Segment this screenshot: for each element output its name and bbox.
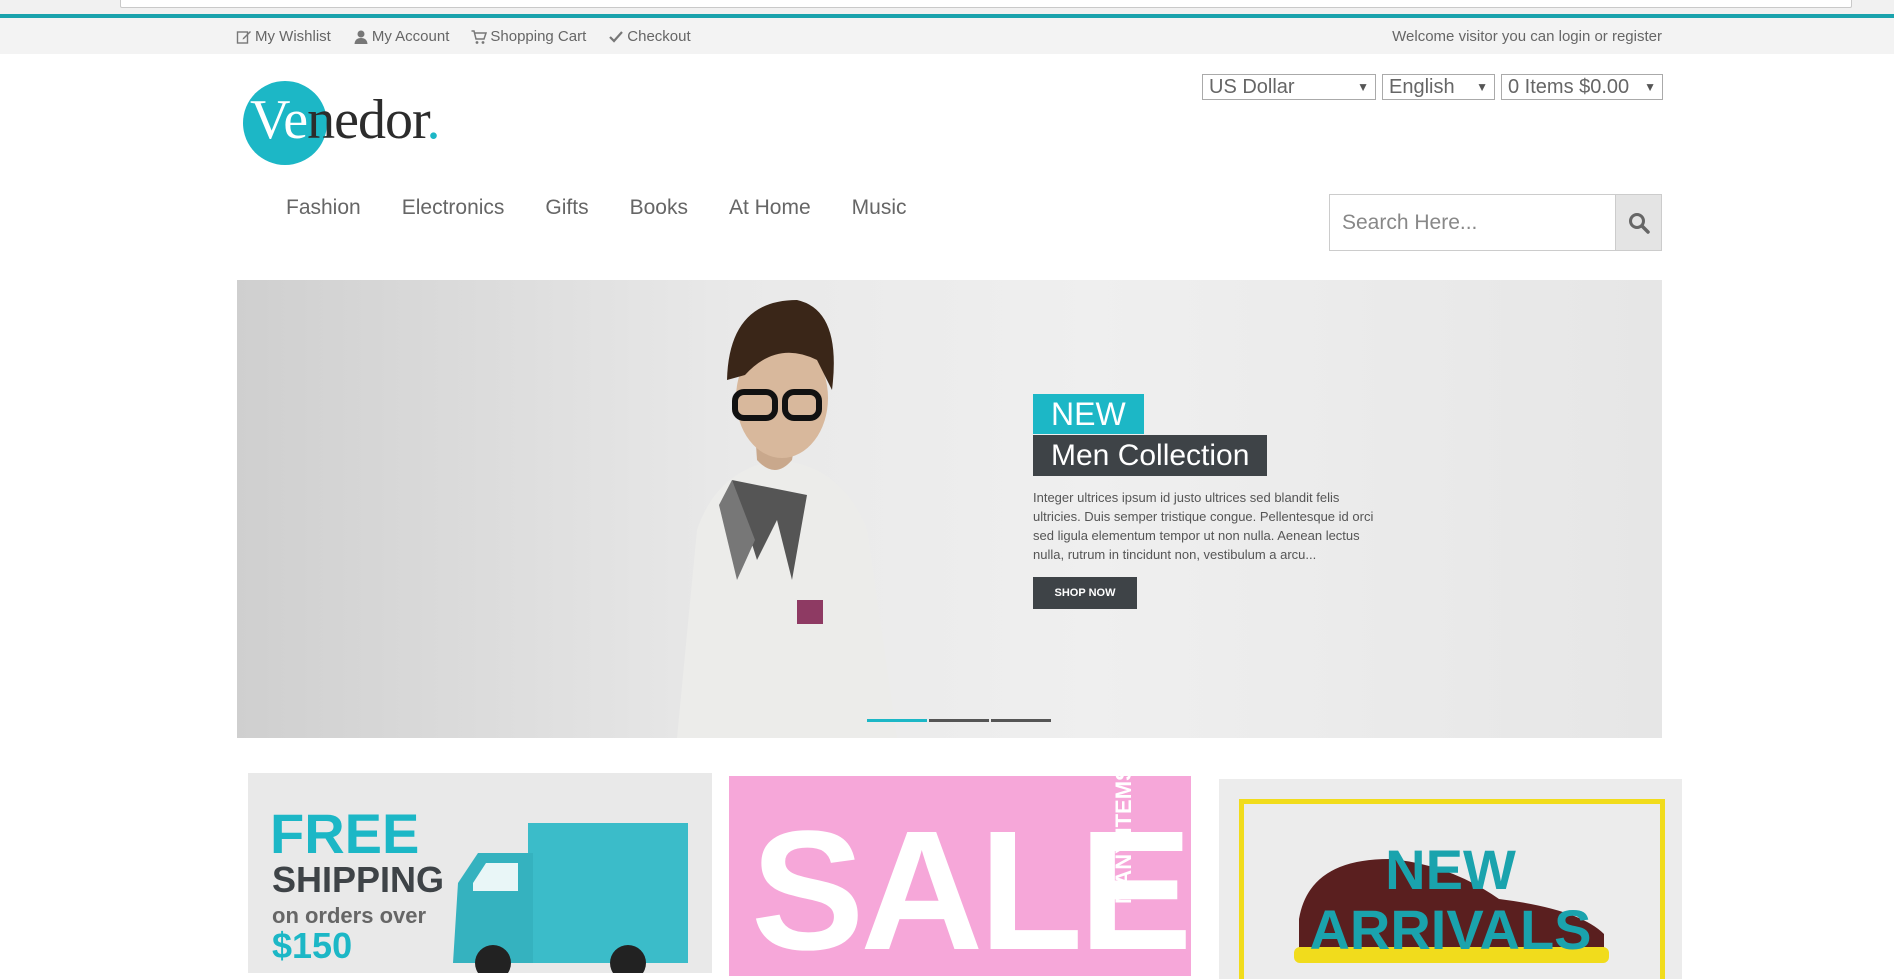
- cart-select[interactable]: 0 Items $0.00 ▼: [1501, 74, 1663, 100]
- search-button[interactable]: [1615, 195, 1661, 250]
- truck-icon: [453, 823, 688, 973]
- shop-now-button[interactable]: SHOP NOW: [1033, 577, 1137, 609]
- welcome-text: Welcome visitor you can login or registe…: [1392, 28, 1662, 45]
- logo-text: Venedor.: [250, 89, 441, 151]
- banner-shipping: SHIPPING: [272, 859, 445, 900]
- site-logo[interactable]: Venedor.: [242, 80, 482, 170]
- chevron-down-icon: ▼: [1357, 80, 1369, 94]
- model-image: [677, 300, 897, 738]
- chevron-down-icon: ▼: [1644, 80, 1656, 94]
- account-link[interactable]: My Account: [353, 28, 450, 45]
- hero-title: Men Collection: [1033, 435, 1268, 476]
- main-nav: Fashion Electronics Gifts Books At Home …: [286, 196, 907, 220]
- edit-icon: [236, 30, 251, 44]
- currency-select[interactable]: US Dollar ▼: [1202, 74, 1376, 100]
- nav-gifts[interactable]: Gifts: [545, 196, 588, 220]
- slide-dot-1[interactable]: [867, 719, 927, 722]
- slide-dot-2[interactable]: [929, 719, 989, 722]
- cart-label: Shopping Cart: [490, 28, 587, 45]
- free-shipping-banner[interactable]: FREE SHIPPING on orders over $150: [248, 773, 712, 973]
- banner-arrivals: ARRIVALS: [1309, 898, 1592, 961]
- sale-banner[interactable]: SALE MANY ITEMS: [729, 776, 1191, 976]
- slider-dots: [867, 719, 1051, 722]
- cart-summary: 0 Items $0.00: [1508, 75, 1630, 98]
- nav-at-home[interactable]: At Home: [729, 196, 811, 220]
- nav-music[interactable]: Music: [852, 196, 907, 220]
- hero-badge-new: NEW: [1033, 394, 1144, 434]
- banner-free: FREE: [270, 802, 420, 865]
- search-icon: [1628, 212, 1650, 234]
- currency-value: US Dollar: [1209, 75, 1295, 98]
- checkout-label: Checkout: [627, 28, 691, 45]
- cart-icon: [471, 29, 488, 44]
- chevron-down-icon: ▼: [1476, 80, 1488, 94]
- check-icon: [609, 30, 624, 43]
- nav-fashion[interactable]: Fashion: [286, 196, 361, 220]
- address-field[interactable]: [120, 0, 1852, 8]
- top-bar: My Wishlist My Account Shopping Cart Che…: [0, 18, 1894, 54]
- user-icon: [354, 30, 368, 44]
- language-select[interactable]: English ▼: [1382, 74, 1495, 100]
- language-value: English: [1389, 75, 1455, 98]
- cart-link[interactable]: Shopping Cart: [471, 28, 586, 45]
- slide-dot-3[interactable]: [991, 719, 1051, 722]
- account-label: My Account: [371, 28, 450, 45]
- top-links: My Wishlist My Account Shopping Cart Che…: [236, 28, 691, 45]
- banner-new: NEW: [1385, 838, 1516, 901]
- nav-books[interactable]: Books: [630, 196, 688, 220]
- hero-description: Integer ultrices ipsum id justo ultrices…: [1033, 490, 1374, 562]
- new-arrivals-banner[interactable]: NEW ARRIVALS: [1219, 779, 1682, 979]
- hero-slider: NEW Men Collection Integer ultrices ipsu…: [237, 280, 1662, 738]
- search-input[interactable]: [1330, 195, 1615, 250]
- wishlist-link[interactable]: My Wishlist: [236, 28, 331, 45]
- search-box: [1329, 194, 1662, 251]
- checkout-link[interactable]: Checkout: [608, 28, 691, 45]
- banner-many-items: MANY ITEMS: [1111, 776, 1136, 904]
- nav-electronics[interactable]: Electronics: [402, 196, 505, 220]
- wishlist-label: My Wishlist: [255, 28, 331, 45]
- header-selects: US Dollar ▼ English ▼ 0 Items $0.00 ▼: [1202, 74, 1663, 100]
